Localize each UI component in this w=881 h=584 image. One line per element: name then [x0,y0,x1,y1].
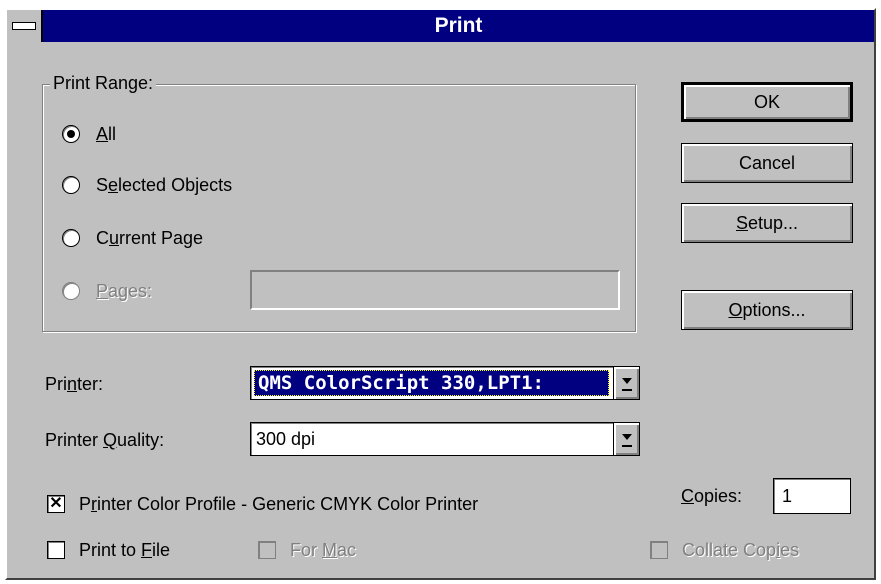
printer-label: Printer: [45,374,104,394]
ok-button[interactable]: OK [681,82,853,122]
collate-copies-label: Collate Copies [682,539,800,560]
radio-button-icon[interactable] [62,125,80,143]
cancel-button[interactable]: Cancel [681,143,853,183]
for-mac-checkbox: For Mac [258,537,356,563]
options-button-label: Options... [728,299,806,320]
arrow-down-icon [621,378,632,384]
arrow-down-icon [621,434,632,440]
radio-button-icon[interactable] [62,229,80,247]
options-button[interactable]: Options... [681,290,853,330]
radio-current-page[interactable]: Current Page [62,225,203,251]
pages-input [250,270,620,310]
printer-quality-value: 300 dpi [256,429,316,449]
radio-selected-objects-label: Selected Objects [96,174,233,195]
dropdown-underline-icon [622,389,632,391]
color-profile-label: Printer Color Profile - Generic CMYK Col… [79,493,479,514]
for-mac-label: For Mac [290,539,357,560]
dropdown-underline-icon [622,445,632,447]
copies-input[interactable]: 1 [773,478,851,514]
radio-button-icon[interactable] [62,176,80,194]
radio-pages-label: Pages: [96,280,153,301]
collate-copies-checkbox: Collate Copies [650,537,799,563]
window-title: Print [434,14,483,37]
cancel-button-label: Cancel [738,152,796,173]
printer-quality-label: Printer Quality: [45,430,165,450]
radio-current-page-label: Current Page [96,227,204,248]
radio-all[interactable]: All [62,121,116,147]
radio-selected-objects[interactable]: Selected Objects [62,172,232,198]
color-profile-checkbox[interactable]: ✕ Printer Color Profile - Generic CMYK C… [47,491,478,517]
radio-all-label: All [96,123,117,144]
system-menu-icon [12,22,36,30]
print-range-label: Print Range: [50,72,157,94]
radio-button-icon [62,282,80,300]
setup-button[interactable]: Setup... [681,203,853,243]
checkbox-checked-icon[interactable]: ✕ [47,495,65,513]
print-to-file-checkbox[interactable]: Print to File [47,537,170,563]
checkbox-icon [258,541,276,559]
checkbox-icon[interactable] [47,541,65,559]
printer-dropdown-button[interactable] [613,367,639,399]
system-menu-button[interactable] [7,10,43,42]
copies-label: Copies: [681,486,743,506]
checkbox-icon [650,541,668,559]
quality-dropdown-button[interactable] [613,423,639,455]
printer-select-value: QMS ColorScript 330,LPT1: [254,370,609,396]
setup-button-label: Setup... [735,212,799,233]
printer-select[interactable]: QMS ColorScript 330,LPT1: [250,366,640,400]
print-to-file-label: Print to File [79,539,171,560]
title-bar: Print [7,10,874,42]
ok-button-label: OK [753,91,780,112]
radio-pages: Pages: [62,278,152,304]
printer-quality-select[interactable]: 300 dpi [250,422,640,456]
